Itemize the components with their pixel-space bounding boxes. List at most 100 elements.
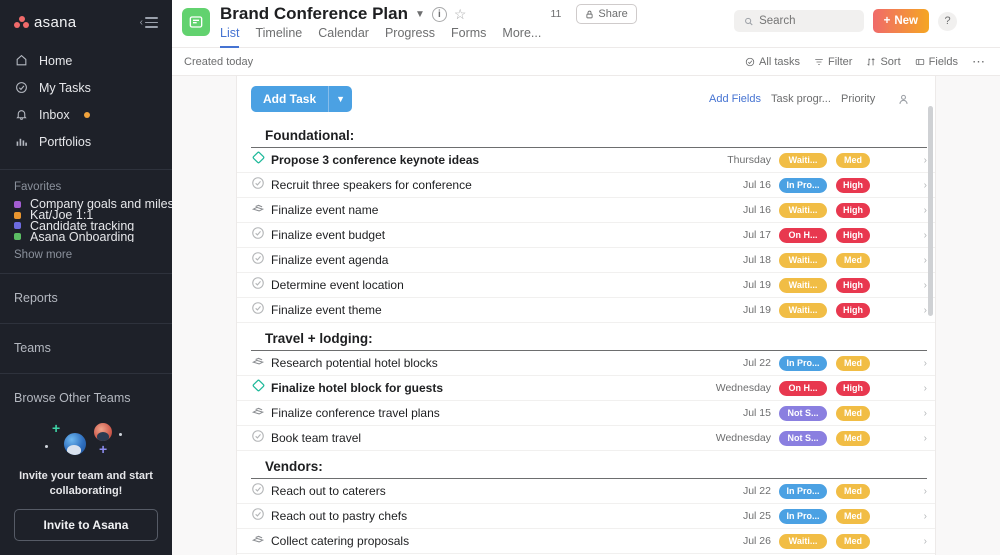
- fields-button[interactable]: Fields: [915, 56, 958, 68]
- ellipsis-icon[interactable]: ⋯: [972, 55, 986, 68]
- profile-avatar[interactable]: [966, 10, 988, 32]
- table-row[interactable]: Book team travel Wednesday Not S... Med ›: [237, 426, 935, 451]
- collapse-menu-icon[interactable]: ‹: [140, 17, 158, 28]
- priority-badge[interactable]: High: [836, 202, 870, 218]
- search-box[interactable]: [733, 10, 864, 32]
- task-check-icon[interactable]: [251, 429, 265, 448]
- tab-timeline[interactable]: Timeline: [255, 26, 302, 48]
- tab-progress[interactable]: Progress: [385, 26, 435, 48]
- task-due-date[interactable]: Jul 26: [709, 535, 779, 547]
- tab-forms[interactable]: Forms: [451, 26, 486, 48]
- sidebar-item-reports[interactable]: Reports: [0, 281, 172, 315]
- status-badge[interactable]: Not S...: [779, 430, 827, 446]
- status-badge[interactable]: Waiti...: [779, 152, 827, 168]
- avatar[interactable]: [887, 429, 906, 448]
- task-name[interactable]: Recruit three speakers for conference: [271, 178, 709, 192]
- table-row[interactable]: Collect catering proposals Jul 26 Waiti...…: [237, 529, 935, 554]
- task-type-icon[interactable]: [251, 429, 271, 448]
- chevron-right-icon[interactable]: ›: [913, 205, 927, 216]
- status-badge[interactable]: Waiti...: [779, 202, 827, 218]
- avatar[interactable]: [887, 482, 906, 501]
- table-row[interactable]: Finalize hotel block for guests Wednesday…: [237, 376, 935, 401]
- invite-to-asana-button[interactable]: Invite to Asana: [14, 509, 158, 541]
- help-button[interactable]: ?: [938, 11, 957, 31]
- task-name[interactable]: Finalize event theme: [271, 303, 709, 317]
- status-badge[interactable]: On H...: [779, 227, 827, 243]
- favorite-kat-joe[interactable]: Kat/Joe 1:1: [0, 210, 172, 221]
- chevron-right-icon[interactable]: ›: [913, 536, 927, 547]
- vertical-scrollbar[interactable]: [928, 106, 933, 316]
- priority-badge[interactable]: High: [836, 302, 870, 318]
- favorite-candidate-tracking[interactable]: Candidate tracking: [0, 221, 172, 231]
- avatar[interactable]: [887, 151, 906, 170]
- add-task-button[interactable]: Add Task: [251, 86, 329, 112]
- chevron-right-icon[interactable]: ›: [913, 358, 927, 369]
- avatar[interactable]: [887, 226, 906, 245]
- avatar[interactable]: [887, 379, 906, 398]
- status-badge[interactable]: In Pro...: [779, 483, 827, 499]
- filter-button[interactable]: Filter: [814, 56, 852, 68]
- asana-logo[interactable]: asana: [14, 14, 76, 31]
- task-due-date[interactable]: Jul 16: [709, 204, 779, 216]
- chevron-right-icon[interactable]: ›: [913, 230, 927, 241]
- avatar[interactable]: [887, 201, 906, 220]
- share-button[interactable]: Share: [576, 4, 637, 24]
- priority-badge[interactable]: High: [836, 277, 870, 293]
- avatar[interactable]: [887, 176, 906, 195]
- favorite-asana-onboarding[interactable]: Asana Onboarding: [0, 231, 172, 242]
- favorite-company-goals[interactable]: Company goals and milest...: [0, 199, 172, 210]
- avatar[interactable]: [887, 354, 906, 373]
- task-due-date[interactable]: Jul 22: [709, 485, 779, 497]
- task-name[interactable]: Collect catering proposals: [271, 534, 709, 548]
- task-type-icon[interactable]: [251, 378, 271, 398]
- task-name[interactable]: Research potential hotel blocks: [271, 356, 709, 370]
- task-due-date[interactable]: Jul 18: [709, 254, 779, 266]
- task-type-icon[interactable]: [251, 404, 271, 423]
- chevron-right-icon[interactable]: ›: [913, 155, 927, 166]
- task-name[interactable]: Reach out to pastry chefs: [271, 509, 709, 523]
- chevron-right-icon[interactable]: ›: [913, 511, 927, 522]
- table-row[interactable]: Finalize event name Jul 16 Waiti... High ›: [237, 198, 935, 223]
- all-tasks-button[interactable]: All tasks: [745, 56, 800, 68]
- task-name[interactable]: Reach out to caterers: [271, 484, 709, 498]
- tab-list[interactable]: List: [220, 26, 240, 48]
- column-task-progress[interactable]: Task progr...: [771, 93, 841, 105]
- info-circle-icon[interactable]: i: [431, 6, 447, 22]
- status-badge[interactable]: In Pro...: [779, 177, 827, 193]
- add-fields-button[interactable]: Add Fields: [709, 93, 771, 105]
- task-due-date[interactable]: Jul 22: [709, 357, 779, 369]
- task-type-icon[interactable]: [251, 176, 271, 195]
- avatar[interactable]: [887, 251, 906, 270]
- task-due-date[interactable]: Jul 19: [709, 279, 779, 291]
- star-icon[interactable]: ☆: [454, 6, 467, 23]
- priority-badge[interactable]: High: [836, 177, 870, 193]
- chevron-down-icon[interactable]: ▼: [415, 9, 425, 20]
- task-check-icon[interactable]: [251, 482, 265, 501]
- status-badge[interactable]: Waiti...: [779, 252, 827, 268]
- task-due-date[interactable]: Jul 25: [709, 510, 779, 522]
- task-check-icon[interactable]: [251, 507, 265, 526]
- avatar[interactable]: [887, 507, 906, 526]
- approval-icon[interactable]: [251, 404, 265, 423]
- show-more-link[interactable]: Show more: [0, 242, 172, 265]
- task-type-icon[interactable]: [251, 301, 271, 320]
- search-input[interactable]: [759, 15, 854, 27]
- status-badge[interactable]: In Pro...: [779, 508, 827, 524]
- sidebar-item-inbox[interactable]: Inbox: [0, 101, 172, 128]
- task-type-icon[interactable]: [251, 276, 271, 295]
- status-badge[interactable]: Waiti...: [779, 302, 827, 318]
- task-due-date[interactable]: Thursday: [709, 154, 779, 166]
- chevron-right-icon[interactable]: ›: [913, 180, 927, 191]
- table-row[interactable]: Research potential hotel blocks Jul 22 In …: [237, 351, 935, 376]
- status-badge[interactable]: Not S...: [779, 405, 827, 421]
- section-header[interactable]: Travel + lodging:: [251, 325, 927, 351]
- status-badge[interactable]: Waiti...: [779, 533, 827, 549]
- table-row[interactable]: Finalize conference travel plans Jul 15 No…: [237, 401, 935, 426]
- table-row[interactable]: Finalize event budget Jul 17 On H... High ›: [237, 223, 935, 248]
- task-type-icon[interactable]: [251, 482, 271, 501]
- approval-icon[interactable]: [251, 201, 265, 220]
- sidebar-item-home[interactable]: Home: [0, 47, 172, 74]
- section-header[interactable]: Vendors:: [251, 453, 927, 479]
- priority-badge[interactable]: High: [836, 227, 870, 243]
- task-type-icon[interactable]: [251, 532, 271, 551]
